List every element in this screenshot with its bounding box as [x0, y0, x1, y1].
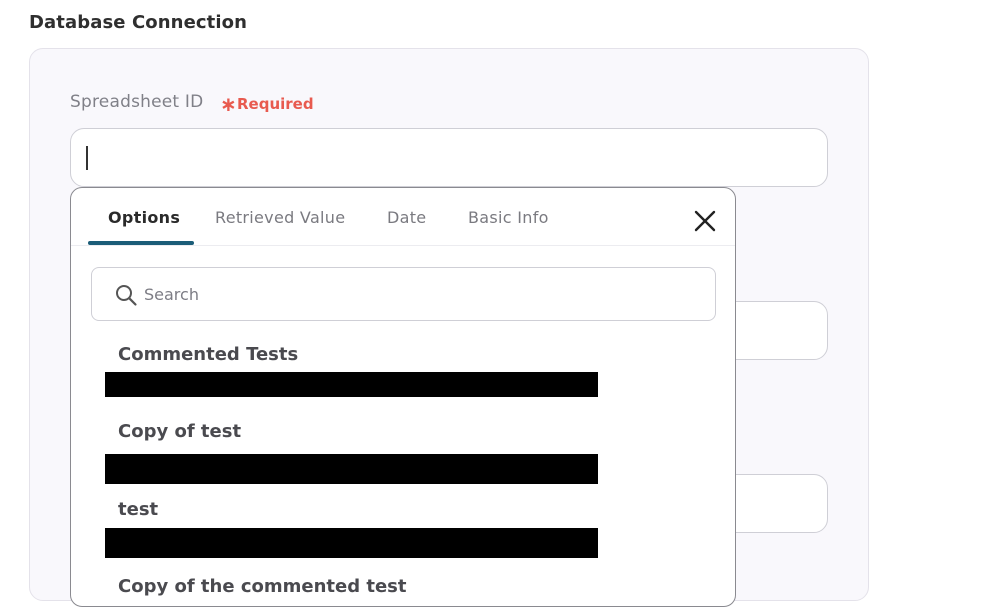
search-box	[91, 267, 716, 321]
tab-date[interactable]: Date	[387, 208, 426, 227]
spreadsheet-id-input[interactable]	[70, 128, 828, 187]
search-input[interactable]	[142, 280, 702, 308]
active-tab-indicator	[88, 241, 194, 245]
option-item-copy-of-test[interactable]: Copy of test	[118, 421, 241, 442]
popup-tabs: Options Retrieved Value Date Basic Info	[71, 188, 735, 246]
tab-basic-info[interactable]: Basic Info	[468, 208, 549, 227]
redacted-block	[105, 372, 598, 397]
required-asterisk: ∗	[220, 92, 237, 116]
options-popup: Options Retrieved Value Date Basic Info …	[70, 187, 736, 607]
search-icon	[116, 285, 137, 306]
option-item-test[interactable]: test	[118, 499, 158, 520]
option-item-commented-tests[interactable]: Commented Tests	[118, 344, 298, 365]
section-title: Database Connection	[29, 12, 247, 33]
redacted-block	[105, 454, 598, 484]
tab-options[interactable]: Options	[108, 208, 180, 227]
field-label: Spreadsheet ID	[70, 92, 204, 112]
option-item-copy-of-the-commented-test[interactable]: Copy of the commented test	[118, 576, 406, 597]
redacted-block	[105, 528, 598, 558]
text-caret	[86, 146, 88, 170]
tab-retrieved-value[interactable]: Retrieved Value	[215, 208, 345, 227]
required-label: Required	[237, 95, 314, 113]
close-icon	[694, 210, 716, 232]
close-button[interactable]	[689, 205, 721, 237]
